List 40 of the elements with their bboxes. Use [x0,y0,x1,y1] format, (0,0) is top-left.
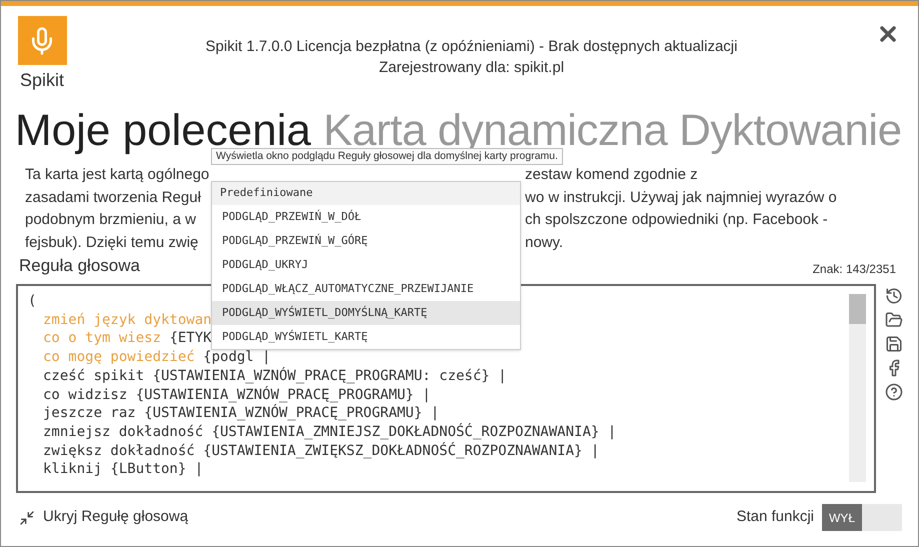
description-text: zestaw komend zgodnie z [525,165,699,185]
description-text: zasadami tworzenia Reguł [25,188,201,208]
menu-item[interactable]: PODGLĄD_PRZEWIŃ_W_DÓŁ [212,205,520,229]
scrollbar-thumb[interactable] [849,294,866,324]
menu-item[interactable]: PODGLĄD_WYŚWIETL_DOMYŚLNĄ_KARTĘ [212,301,520,325]
code-line: kliknij {LButton} | [43,461,204,478]
menu-item[interactable]: PODGLĄD_WYŚWIETL_KARTĘ [212,325,520,349]
rule-label: Reguła głosowa [19,254,140,276]
code-line: zwiększ dokładność {USTAWIENIA_ZWIĘKSZ_DOKŁADNOŚĆ_ROZPOZNAWANIA} | [43,442,600,459]
description-text: nowy. [525,232,564,252]
code-line: co o tym wiesz {ETYK [43,330,212,346]
save-icon[interactable] [885,335,903,353]
description-text: wo w instrukcji. Używaj jak najmniej wyrazów o [525,188,838,208]
char-count: Znak: 143/2351 [812,261,896,278]
code-line: co mogę powiedzieć {podgl | [43,349,271,366]
description-text: Ta karta jest kartą ogólnego [25,165,210,185]
hide-rule-button[interactable]: Ukryj Regułę głosową [19,506,188,529]
description-text: podobnym brzmieniu, a w [25,210,196,230]
menu-item[interactable]: PODGLĄD_UKRYJ [212,253,520,277]
code-line: zmniejsz dokładność {USTAWIENIA_ZMNIEJSZ_DOKŁADNOŚĆ_ROZPOZNAWANIA} | [43,424,616,440]
menu-item[interactable]: PODGLĄD_WŁĄCZ_AUTOMATYCZNE_PRZEWIJANIE [212,277,520,301]
code-line: cześć spikit {USTAWIENIA_WZNÓW_PRACĘ_PROGRAMU: cześć} | [43,368,507,384]
history-icon[interactable] [885,287,903,305]
folder-icon[interactable] [885,311,903,329]
description-text: fejsbuk). Dzięki temu zwię [25,232,198,252]
code-line: jeszcze raz {USTAWIENIA_WZNÓW_PRACĘ_PROGRAMU} | [43,405,440,422]
license-info: Spikit 1.7.0.0 Licencja bezpłatna (z opóźnieniami) - Brak dostępnych aktualizacji [206,37,738,57]
function-toggle[interactable]: WYŁ [822,504,902,531]
menu-group-header: Predefiniowane [212,182,520,205]
function-state-label: Stan funkcji [736,507,814,528]
collapse-icon [19,510,35,526]
code-line: ( [28,293,36,309]
code-line: zmień język dyktowan [43,312,212,328]
description-text: ch spolszczone odpowiedniki (np. Facebook - [525,210,829,230]
registration-info: Zarejestrowany dla: spikit.pl [378,58,564,78]
scrollbar-track[interactable] [849,294,866,482]
app-name: Spikit [20,69,64,92]
code-line: co widzisz {USTAWIENIA_WZNÓW_PRACĘ_PROGRAMU} | [43,386,431,403]
help-icon[interactable] [885,383,903,401]
menu-item[interactable]: PODGLĄD_PRZEWIŃ_W_GÓRĘ [212,229,520,253]
